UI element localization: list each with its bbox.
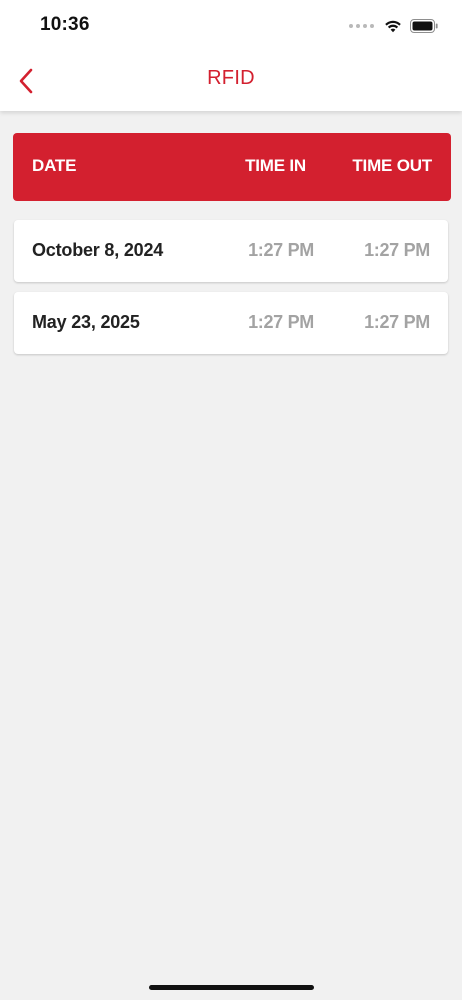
signal-dots-icon: [349, 24, 374, 28]
column-header-time-in: TIME IN: [245, 156, 306, 175]
battery-icon: [410, 19, 438, 33]
top-bar: 10:36 RFID: [0, 0, 462, 111]
home-indicator[interactable]: [149, 985, 314, 990]
table-row[interactable]: October 8, 2024 1:27 PM 1:27 PM: [14, 220, 448, 282]
table-header: DATE TIME IN TIME OUT: [13, 133, 451, 201]
page-title: RFID: [207, 67, 255, 89]
row-time-out: 1:27 PM: [364, 312, 430, 332]
wifi-icon: [384, 19, 402, 33]
row-date: October 8, 2024: [32, 240, 164, 260]
table-row[interactable]: May 23, 2025 1:27 PM 1:27 PM: [14, 292, 448, 354]
column-header-date: DATE: [32, 156, 77, 175]
rfid-screen: 10:36 RFID DATE TIME IN TIME OUT October…: [0, 0, 462, 1000]
row-time-in: 1:27 PM: [248, 240, 314, 260]
column-header-time-out: TIME OUT: [352, 156, 432, 175]
row-time-out: 1:27 PM: [364, 240, 430, 260]
row-time-in: 1:27 PM: [248, 312, 314, 332]
row-date: May 23, 2025: [32, 312, 140, 332]
status-icons: [349, 16, 438, 36]
status-time: 10:36: [40, 14, 90, 35]
